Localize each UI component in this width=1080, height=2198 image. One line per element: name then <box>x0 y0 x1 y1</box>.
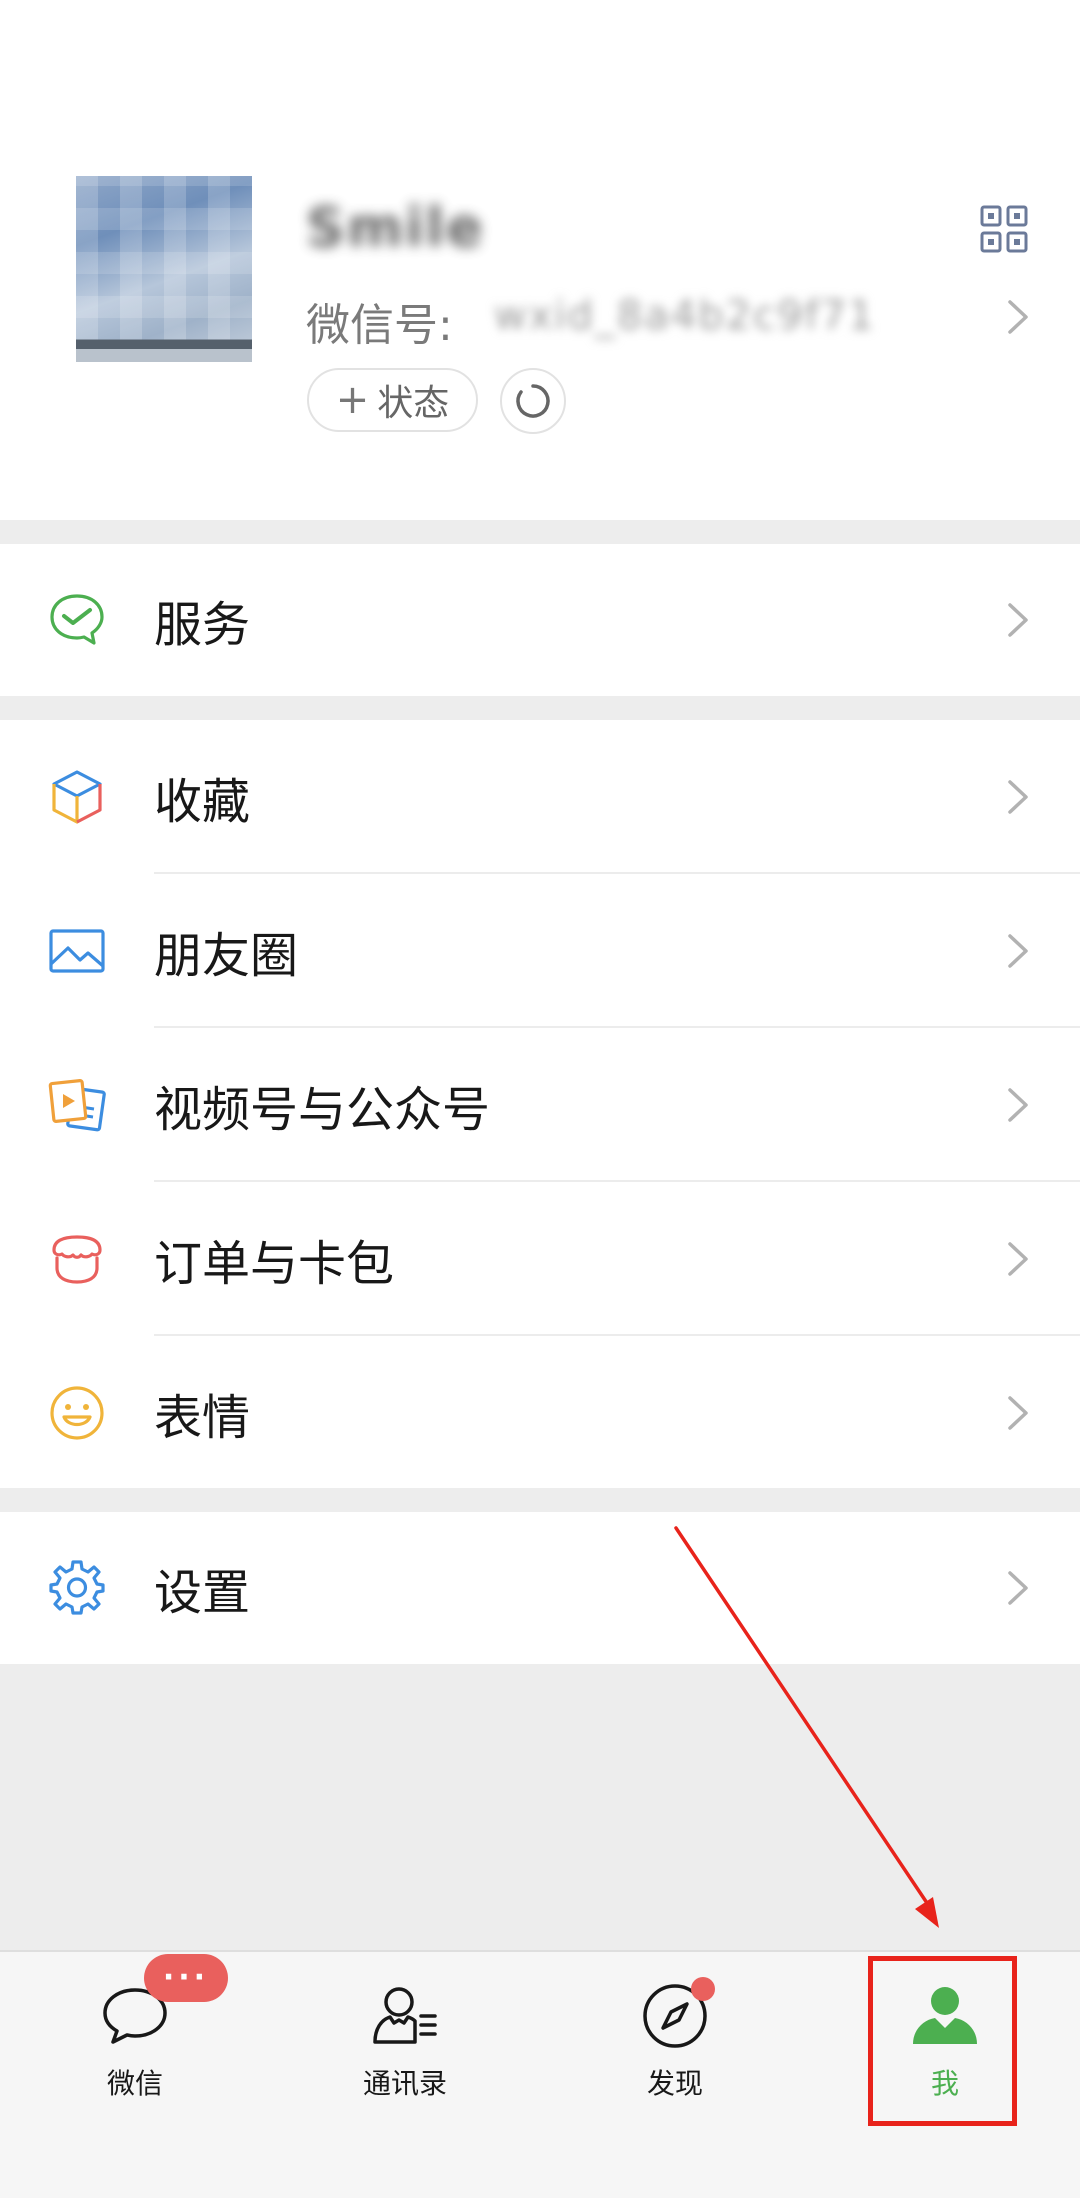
tab-label-discover: 发现 <box>646 2067 703 2100</box>
status-label: 状态 <box>377 383 450 424</box>
notification-dot <box>691 1977 715 2001</box>
status-ring-icon <box>516 384 550 418</box>
menu-item-services[interactable]: 服务 <box>0 544 1080 696</box>
chevron-right-icon <box>1008 603 1028 637</box>
menu-label-favorites: 收藏 <box>154 774 251 830</box>
chevron-right-icon[interactable] <box>1006 298 1030 336</box>
chevron-right-icon <box>1008 1088 1028 1122</box>
bottom-tab-bar: 微信 ··· 通讯录 发现 我 <box>0 1950 1080 2198</box>
cube-icon <box>52 770 102 824</box>
chevron-right-icon <box>1008 1242 1028 1276</box>
tab-label-chats: 微信 <box>106 2067 163 2100</box>
plus-icon: + <box>335 377 370 423</box>
chevron-right-icon <box>1008 780 1028 814</box>
image-icon <box>49 929 105 973</box>
add-status-button[interactable]: + 状态 <box>307 368 478 432</box>
wallet-icon <box>52 1235 102 1284</box>
video-play-icon <box>48 1079 106 1132</box>
chevron-right-icon <box>1008 1396 1028 1430</box>
menu-item-stickers[interactable]: 表情 <box>0 1336 1080 1490</box>
wechat-pay-check-icon <box>50 594 104 645</box>
profile-header[interactable]: Smile 微信号: wxid_8a4b2c9f71 + 状态 <box>0 0 1080 520</box>
tab-contacts[interactable]: 通讯录 <box>270 1952 540 2122</box>
tab-discover[interactable]: 发现 <box>540 1952 810 2122</box>
menu-item-orders[interactable]: 订单与卡包 <box>0 1182 1080 1336</box>
menu-item-favorites[interactable]: 收藏 <box>0 720 1080 874</box>
unread-badge: ··· <box>144 1954 228 2002</box>
smiley-icon <box>50 1386 104 1440</box>
nickname: Smile <box>306 196 485 259</box>
menu-item-moments[interactable]: 朋友圈 <box>0 874 1080 1028</box>
menu-label-channels: 视频号与公众号 <box>154 1082 491 1138</box>
menu-label-services: 服务 <box>154 597 251 653</box>
wechat-id-value: wxid_8a4b2c9f71 <box>494 293 876 339</box>
tab-label-me: 我 <box>930 2067 959 2100</box>
tab-me[interactable]: 我 <box>810 1952 1080 2122</box>
tab-label-contacts: 通讯录 <box>362 2067 447 2100</box>
gear-icon <box>49 1560 105 1615</box>
menu-label-stickers: 表情 <box>154 1390 251 1446</box>
main-menu-section: 收藏 朋友圈 视频号与公众号 订单与卡包 表情 <box>0 720 1080 1488</box>
menu-label-settings: 设置 <box>154 1565 251 1621</box>
menu-item-channels[interactable]: 视频号与公众号 <box>0 1028 1080 1182</box>
person-icon <box>913 1987 977 2044</box>
menu-label-moments: 朋友圈 <box>154 928 299 984</box>
menu-label-orders: 订单与卡包 <box>154 1236 395 1292</box>
tab-chats[interactable]: 微信 ··· <box>0 1952 270 2122</box>
avatar[interactable] <box>76 176 252 362</box>
settings-section: 设置 <box>0 1512 1080 1664</box>
chevron-right-icon <box>1008 1571 1028 1605</box>
qr-code-icon[interactable] <box>979 204 1029 254</box>
contacts-icon <box>373 1987 437 2044</box>
wechat-id-label: 微信号: <box>306 300 453 351</box>
services-section: 服务 <box>0 544 1080 696</box>
chevron-right-icon <box>1008 934 1028 968</box>
menu-item-settings[interactable]: 设置 <box>0 1512 1080 1664</box>
status-ring-button[interactable] <box>500 368 566 434</box>
